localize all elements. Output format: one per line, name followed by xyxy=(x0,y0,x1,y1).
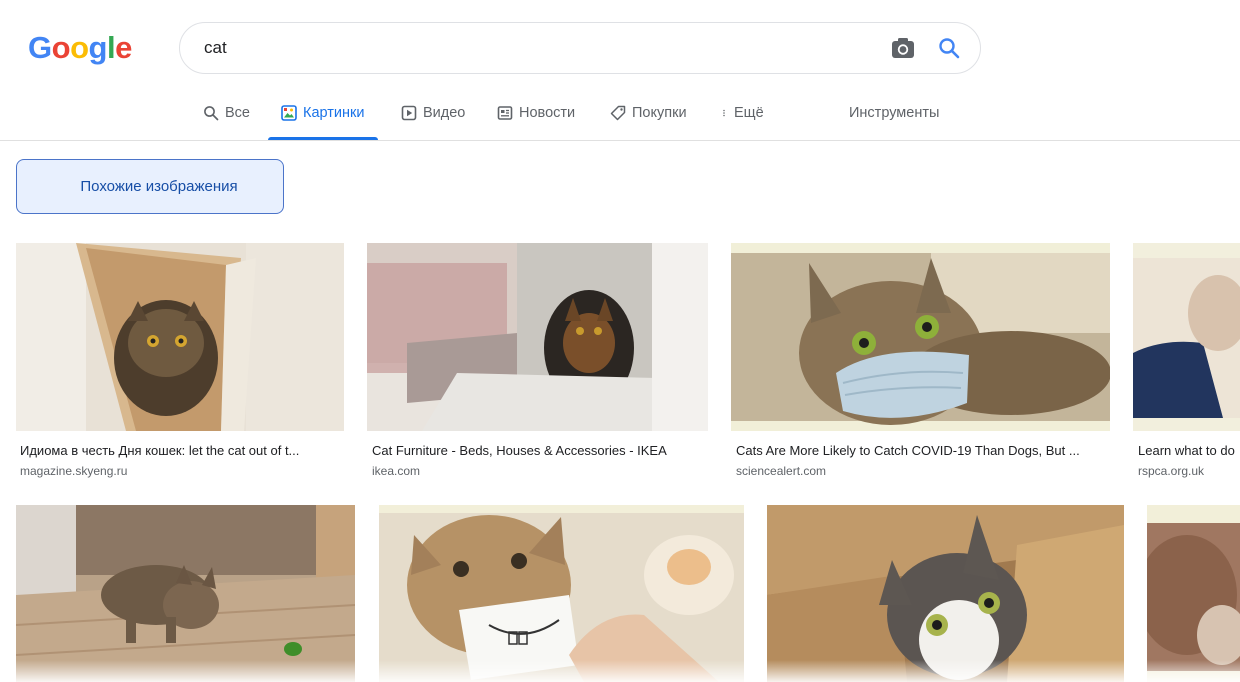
image-result[interactable] xyxy=(379,505,744,682)
search-tabs: Все Картинки Видео Новости Покупки Ещё И… xyxy=(0,96,1240,141)
search-input[interactable] xyxy=(204,23,844,73)
photo xyxy=(1133,243,1240,431)
cat-photo xyxy=(767,505,1124,682)
more-vert-icon xyxy=(723,109,725,117)
result-thumbnail[interactable] xyxy=(1133,243,1240,431)
tab-video-label: Видео xyxy=(423,105,466,121)
search-box xyxy=(179,22,981,74)
image-result[interactable] xyxy=(16,505,355,682)
image-result[interactable]: Learn what to do rspca.org.uk xyxy=(1133,243,1240,483)
result-source[interactable]: magazine.skyeng.ru xyxy=(20,464,342,478)
tools-button[interactable]: Инструменты xyxy=(849,96,939,130)
tab-more-label: Ещё xyxy=(734,105,764,121)
tab-images-label: Картинки xyxy=(303,105,365,121)
tab-all[interactable]: Все xyxy=(203,96,250,138)
result-title[interactable]: Идиома в честь Дня кошек: let the cat ou… xyxy=(20,443,342,458)
result-thumbnail[interactable] xyxy=(731,243,1110,431)
tag-icon xyxy=(610,105,626,121)
tab-shopping[interactable]: Покупки xyxy=(610,96,687,138)
image-result[interactable]: Идиома в честь Дня кошек: let the cat ou… xyxy=(16,243,344,483)
result-thumbnail[interactable] xyxy=(367,243,708,431)
news-icon xyxy=(497,106,513,120)
cat-photo xyxy=(379,505,744,682)
play-icon xyxy=(401,105,417,121)
result-title[interactable]: Learn what to do xyxy=(1138,443,1240,458)
result-thumbnail[interactable] xyxy=(767,505,1124,682)
tab-images[interactable]: Картинки xyxy=(267,96,379,140)
search-icon xyxy=(204,106,219,121)
cat-photo xyxy=(1147,505,1240,682)
result-source[interactable]: ikea.com xyxy=(372,464,706,478)
tab-more[interactable]: Ещё xyxy=(722,96,764,138)
result-title[interactable]: Cat Furniture - Beds, Houses & Accessori… xyxy=(372,443,706,458)
result-source[interactable]: sciencealert.com xyxy=(736,464,1108,478)
cat-photo xyxy=(16,243,344,431)
search-icon[interactable] xyxy=(937,36,961,60)
image-result[interactable] xyxy=(767,505,1124,682)
cat-photo xyxy=(16,505,355,682)
tab-news[interactable]: Новости xyxy=(497,96,575,138)
tab-all-label: Все xyxy=(225,105,250,121)
tab-shopping-label: Покупки xyxy=(632,105,687,121)
tab-video[interactable]: Видео xyxy=(401,96,465,138)
camera-icon[interactable] xyxy=(891,37,915,59)
cat-photo xyxy=(731,243,1110,431)
cat-photo xyxy=(367,243,708,431)
result-thumbnail[interactable] xyxy=(1147,505,1240,682)
related-images-chip[interactable]: Похожие изображения xyxy=(16,159,284,214)
image-icon xyxy=(281,105,297,121)
image-result[interactable]: Cats Are More Likely to Catch COVID-19 T… xyxy=(731,243,1110,483)
result-thumbnail[interactable] xyxy=(16,243,344,431)
tab-news-label: Новости xyxy=(519,105,576,121)
result-source[interactable]: rspca.org.uk xyxy=(1138,464,1240,478)
result-thumbnail[interactable] xyxy=(16,505,355,682)
result-title[interactable]: Cats Are More Likely to Catch COVID-19 T… xyxy=(736,443,1108,458)
image-result[interactable] xyxy=(1147,505,1240,682)
google-logo[interactable]: Google xyxy=(28,28,132,68)
image-result[interactable]: Cat Furniture - Beds, Houses & Accessori… xyxy=(367,243,708,483)
related-images-label: Похожие изображения xyxy=(80,178,238,195)
result-thumbnail[interactable] xyxy=(379,505,744,682)
